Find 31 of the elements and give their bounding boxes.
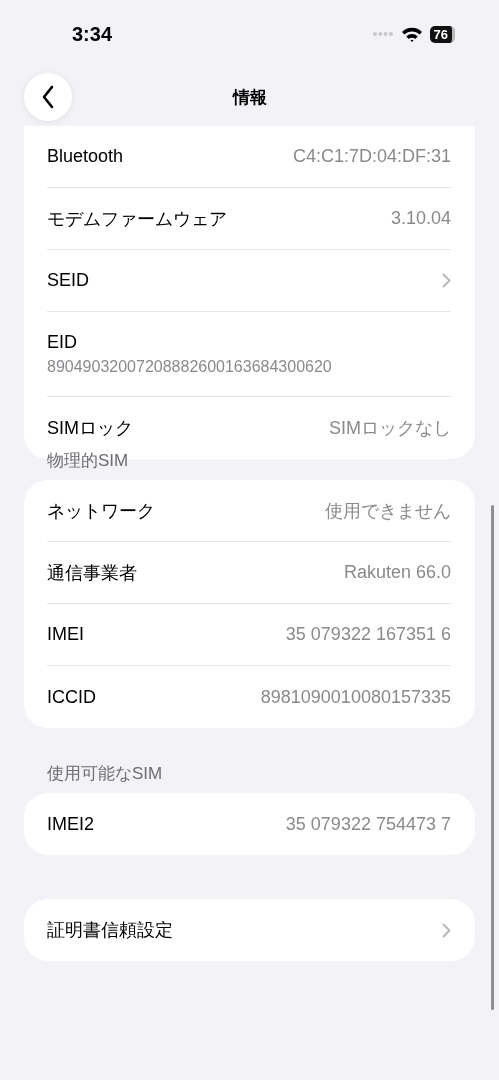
section-header: 使用可能なSIM [46, 763, 164, 785]
status-time: 3:34 [72, 22, 113, 46]
row-label: SIMロック [47, 417, 133, 440]
row-label: IMEI [47, 624, 84, 645]
settings-row[interactable]: SEID [47, 250, 451, 312]
row-label: ICCID [47, 686, 96, 708]
row-value: 89049032007208882600163684300620 [47, 358, 332, 376]
nav-title: 情報 [232, 86, 267, 109]
battery-indicator: 76 [429, 25, 455, 43]
back-chevron-icon [41, 85, 55, 109]
chevron-icon [442, 273, 451, 288]
settings-row[interactable]: 証明書信頼設定 [47, 899, 451, 961]
section-header: 物理的SIM [46, 450, 130, 472]
row-value: 8981090010080157335 [260, 686, 451, 708]
back-button[interactable] [24, 73, 72, 121]
row-value: 35 079322 754473 7 [285, 813, 451, 835]
row-label: EID [47, 332, 77, 353]
row-label: モデムファームウェア [47, 207, 227, 231]
row-value: 3.10.04 [390, 208, 451, 229]
row-label: ネットワーク [47, 499, 155, 523]
row-value: C4:C1:7D:04:DF:31 [292, 146, 451, 167]
row-label: IMEI2 [47, 813, 94, 835]
row-value: 35 079322 167351 6 [285, 624, 451, 645]
signal-icon [371, 31, 394, 37]
chevron-icon [442, 922, 451, 938]
row-value: SIMロックなし [329, 417, 451, 440]
row-value: Rakuten 66.0 [343, 562, 451, 583]
wifi-icon [400, 26, 423, 42]
row-label: 通信事業者 [47, 561, 137, 585]
row-label: Bluetooth [47, 146, 124, 167]
row-value: 使用できません [325, 499, 451, 523]
